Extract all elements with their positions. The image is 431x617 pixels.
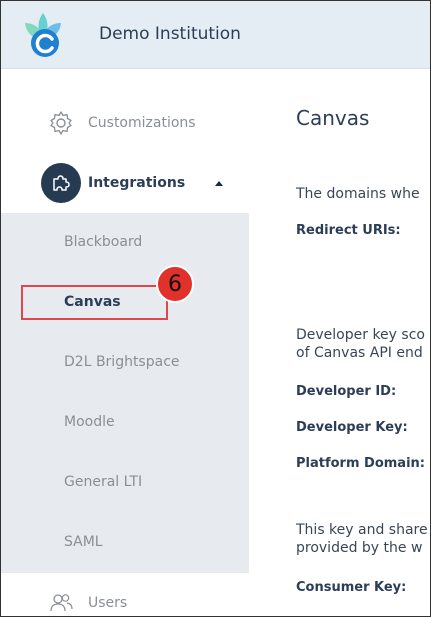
developer-id-label: Developer ID: xyxy=(296,384,397,399)
sidebar-item-users[interactable]: Users xyxy=(1,573,249,616)
canvas-highlight-box xyxy=(21,285,168,320)
consumer-key-label: Consumer Key: xyxy=(296,580,407,595)
logo-icon[interactable] xyxy=(15,9,71,61)
app-header: Demo Institution xyxy=(1,1,430,69)
developer-key-label: Developer Key: xyxy=(296,420,408,435)
integrations-submenu: Blackboard Canvas D2L Brightspace Moodle… xyxy=(1,213,249,573)
submenu-item-label: General LTI xyxy=(64,474,143,490)
submenu-item-label: Blackboard xyxy=(64,234,143,250)
main-content: Canvas The domains whe Redirect URIs: De… xyxy=(249,69,430,616)
sidebar-item-customizations[interactable]: Customizations xyxy=(1,93,249,153)
sidebar-item-label: Integrations xyxy=(88,175,186,191)
submenu-item-label: SAML xyxy=(64,534,103,550)
submenu-item-d2l-brightspace[interactable]: D2L Brightspace xyxy=(1,333,249,393)
sidebar-item-label: Users xyxy=(88,595,128,611)
redirect-uris-label: Redirect URIs: xyxy=(296,223,401,238)
sidebar-item-integrations[interactable]: Integrations xyxy=(1,153,249,213)
submenu-item-label: D2L Brightspace xyxy=(64,354,180,370)
sidebar-item-label: Customizations xyxy=(88,115,196,131)
developer-key-description-line2: of Canvas API end xyxy=(296,345,423,361)
submenu-item-moodle[interactable]: Moodle xyxy=(1,393,249,453)
submenu-item-blackboard[interactable]: Blackboard xyxy=(1,213,249,273)
platform-domain-label: Platform Domain: xyxy=(296,456,425,471)
submenu-item-label: Moodle xyxy=(64,414,115,430)
app-window: Demo Institution Customizations Integrat… xyxy=(0,0,431,617)
puzzle-icon xyxy=(53,175,70,191)
submenu-item-saml[interactable]: SAML xyxy=(1,513,249,573)
shared-key-description-line1: This key and share xyxy=(296,522,428,538)
institution-name: Demo Institution xyxy=(99,24,241,44)
developer-key-description-line1: Developer key sco xyxy=(296,327,425,343)
integrations-icon-badge xyxy=(41,163,81,203)
sidebar: Customizations Integrations Blackboard C… xyxy=(1,69,249,616)
gear-icon xyxy=(50,111,72,135)
page-title: Canvas xyxy=(296,106,370,130)
shared-key-description-line2: provided by the w xyxy=(296,540,423,556)
caret-up-icon[interactable] xyxy=(215,180,223,186)
step-number-badge: 6 xyxy=(156,265,194,303)
domains-description: The domains whe xyxy=(296,186,420,202)
users-icon xyxy=(50,594,73,612)
submenu-item-general-lti[interactable]: General LTI xyxy=(1,453,249,513)
